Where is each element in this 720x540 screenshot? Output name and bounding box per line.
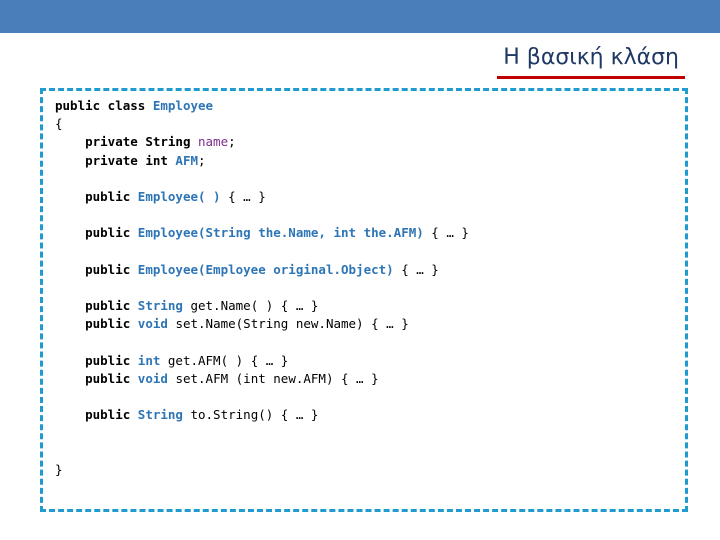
code-listing: public class Employee{ private String na… [55, 97, 469, 479]
code-token: set.Name(String new.Name) { … } [175, 316, 409, 332]
code-token: { … } [423, 225, 469, 241]
code-token: int [137, 352, 168, 368]
code-token: { … } [220, 188, 266, 204]
header-accent-band [0, 0, 720, 33]
code-line: public Employee(Employee original.Object… [55, 261, 469, 279]
code-token: { [55, 116, 63, 132]
code-token: Employee(String the.Name, int the.AFM) [137, 225, 424, 241]
code-block-panel: public class Employee{ private String na… [40, 88, 688, 512]
code-token: public [85, 407, 138, 423]
page-title: Η βασική κλάση [497, 42, 685, 79]
code-line: public void set.AFM (int new.AFM) { … } [55, 370, 469, 388]
code-token: to.String() { … } [190, 407, 319, 423]
code-token: } [55, 461, 63, 477]
code-token: get.Name( ) { … } [190, 298, 319, 314]
code-token: String [137, 298, 191, 314]
code-line: public int get.AFM( ) { … } [55, 352, 469, 370]
code-token: Employee [152, 98, 214, 113]
title-container: Η βασική κλάση [497, 42, 685, 79]
code-token: String [137, 407, 191, 423]
code-line: public String to.String() { … } [55, 406, 469, 424]
code-line: private String name; [55, 133, 469, 151]
code-token: public class [55, 98, 153, 113]
code-token: Employee(Employee original.Object) [137, 261, 394, 277]
code-line: public String get.Name( ) { … } [55, 297, 469, 315]
code-line: } [55, 461, 469, 479]
code-token: public [85, 352, 138, 368]
code-token: public [85, 370, 138, 386]
code-line: public class Employee [55, 97, 469, 115]
code-token: { … } [393, 261, 439, 277]
code-line: public Employee( ) { … } [55, 188, 469, 206]
code-token: public [85, 298, 138, 314]
code-token: public [85, 225, 138, 241]
code-token: public [85, 316, 138, 332]
code-line: public Employee(String the.Name, int the… [55, 224, 469, 242]
code-token: public [85, 261, 138, 277]
code-token: AFM [175, 152, 198, 168]
code-token: public [85, 188, 138, 204]
code-line: { [55, 115, 469, 133]
code-token: private int [85, 152, 176, 168]
code-token: ; [198, 152, 206, 168]
code-line: private int AFM; [55, 152, 469, 170]
code-token: void [137, 370, 176, 386]
code-token: Employee( ) [137, 188, 221, 204]
code-token: get.AFM( ) { … } [167, 352, 289, 368]
code-token: void [137, 316, 176, 332]
code-line: public void set.Name(String new.Name) { … [55, 315, 469, 333]
code-token: private String [85, 134, 198, 150]
slide: Η βασική κλάση public class Employee{ pr… [0, 0, 720, 540]
code-token: set.AFM (int new.AFM) { … } [175, 370, 379, 386]
code-token: name [198, 134, 229, 150]
code-token: ; [228, 134, 236, 150]
